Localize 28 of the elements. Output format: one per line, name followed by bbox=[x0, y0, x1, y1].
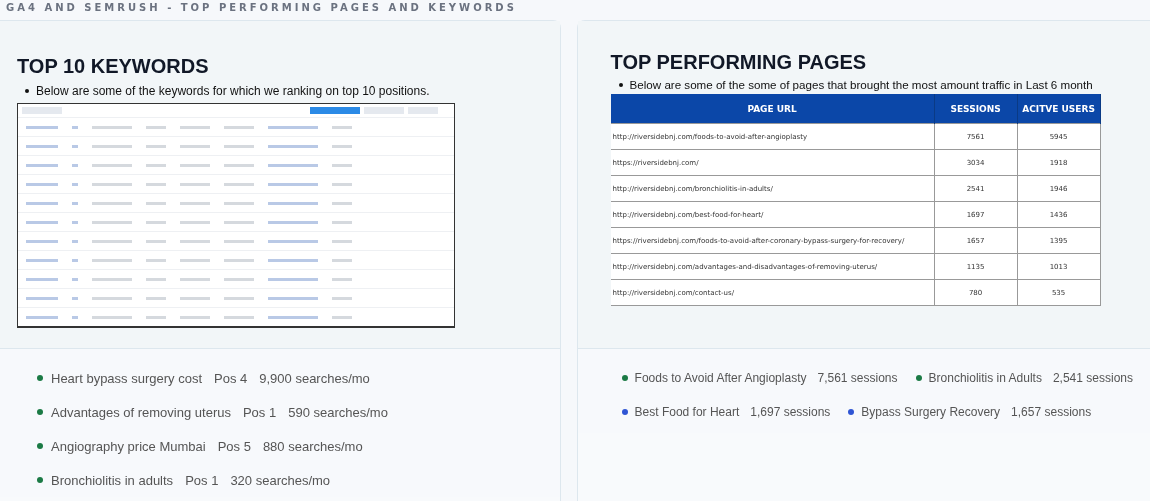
keyword-volume: 9,900 searches/mo bbox=[259, 370, 370, 386]
card-title: TOP 10 KEYWORDS bbox=[17, 55, 210, 78]
keyword-volume: 880 searches/mo bbox=[262, 438, 363, 454]
keyword-position: Pos 5 bbox=[217, 438, 251, 454]
page-sessions: 7,561 sessions bbox=[817, 371, 898, 385]
column-header: ACITVE USERS bbox=[1017, 94, 1101, 124]
column-header: PAGE URL bbox=[610, 94, 935, 124]
page-name: Bronchiolitis in Adults bbox=[928, 371, 1042, 385]
column-header: SESSIONS bbox=[934, 94, 1018, 124]
page-name: Bypass Surgery Recovery bbox=[861, 405, 1001, 419]
card-description: Below are some of the keywords for which we ranking on top 10 positions. bbox=[36, 84, 430, 98]
keyword-volume: 590 searches/mo bbox=[288, 404, 388, 420]
keyword-volume: 320 searches/mo bbox=[230, 472, 331, 488]
section-heading: GA4 AND SEMRUSH - TOP PERFORMING PAGES AND KEYWORDS bbox=[5, 1, 518, 15]
keyword-name: Angiography price Mumbai bbox=[51, 438, 206, 454]
card-description: Below are some of the some of pages that brought the most amount traffic in Last 6 month bbox=[629, 78, 1093, 91]
page-sessions: 1,697 sessions bbox=[750, 405, 831, 419]
page-name: Best Food for Heart bbox=[634, 405, 740, 419]
keyword-position: Pos 1 bbox=[242, 404, 277, 420]
keyword-name: Heart bypass surgery cost bbox=[51, 370, 202, 386]
card-title: TOP PERFORMING PAGES bbox=[610, 51, 868, 74]
page-sessions: 1,657 sessions bbox=[1011, 405, 1092, 419]
keyword-name: Advantages of removing uterus bbox=[51, 404, 231, 420]
page-sessions: 2,541 sessions bbox=[1052, 371, 1133, 385]
keyword-position: Pos 1 bbox=[185, 472, 219, 488]
keyword-name: Bronchiolitis in adults bbox=[51, 472, 174, 488]
page-name: Foods to Avoid After Angioplasty bbox=[634, 371, 807, 385]
keyword-position: Pos 4 bbox=[214, 370, 248, 386]
